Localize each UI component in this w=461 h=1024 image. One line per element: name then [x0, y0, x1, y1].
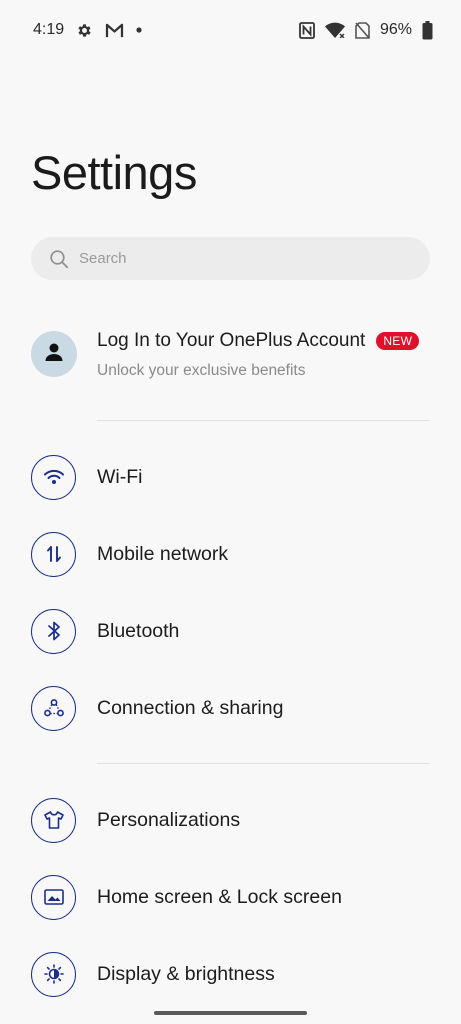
- search-placeholder: Search: [79, 250, 127, 267]
- settings-item-home-lock-screen[interactable]: Home screen & Lock screen: [31, 872, 431, 922]
- status-left: 4:19: [33, 21, 154, 39]
- divider: [97, 763, 430, 764]
- tshirt-icon: [31, 797, 76, 843]
- brightness-icon: [31, 951, 76, 997]
- settings-item-label: Personalizations: [97, 808, 241, 831]
- home-indicator[interactable]: [154, 1011, 307, 1015]
- account-subtitle: Unlock your exclusive benefits: [97, 362, 306, 379]
- settings-item-label: Connection & sharing: [97, 696, 284, 719]
- settings-item-bluetooth[interactable]: Bluetooth: [31, 606, 431, 656]
- divider: [97, 420, 430, 421]
- account-title: Log In to Your OnePlus Account: [97, 330, 366, 351]
- dot-icon: [136, 27, 142, 33]
- settings-item-personalizations[interactable]: Personalizations: [31, 795, 431, 845]
- settings-item-label: Mobile network: [97, 542, 229, 565]
- search-icon: [49, 249, 69, 269]
- account-title-line: Log In to Your OnePlus Account NEW: [97, 325, 420, 352]
- wifi-icon: [31, 454, 76, 500]
- battery-icon: [422, 20, 433, 40]
- wifi-icon: [324, 22, 345, 38]
- bluetooth-icon: [31, 608, 76, 654]
- account-login-item[interactable]: Log In to Your OnePlus Account NEW Unloc…: [31, 325, 441, 385]
- image-icon: [31, 874, 76, 920]
- avatar: [31, 331, 77, 377]
- status-right: 96%: [289, 20, 433, 40]
- status-bar: 4:19 96%: [0, 0, 461, 60]
- page-title: Settings: [31, 146, 197, 199]
- nfc-icon: [299, 21, 315, 39]
- settings-item-label: Bluetooth: [97, 619, 180, 642]
- share-network-icon: [31, 685, 76, 731]
- gmail-icon: [105, 23, 124, 38]
- settings-item-label: Display & brightness: [97, 962, 275, 985]
- settings-screen: 4:19 96% Settings Search Log In to Your …: [0, 0, 461, 1024]
- mobile-data-icon: [31, 531, 76, 577]
- status-time: 4:19: [33, 21, 65, 38]
- settings-item-display-brightness[interactable]: Display & brightness: [31, 949, 431, 999]
- gear-icon: [76, 22, 93, 39]
- no-sim-icon: [355, 21, 370, 39]
- settings-item-mobile-network[interactable]: Mobile network: [31, 529, 431, 579]
- person-icon: [43, 341, 65, 368]
- battery-percent: 96%: [379, 21, 412, 38]
- settings-item-wifi[interactable]: Wi-Fi: [31, 452, 431, 502]
- search-input[interactable]: Search: [31, 237, 430, 280]
- settings-item-label: Wi-Fi: [97, 465, 143, 488]
- settings-item-label: Home screen & Lock screen: [97, 885, 342, 908]
- new-badge: NEW: [376, 332, 420, 350]
- settings-item-connection-sharing[interactable]: Connection & sharing: [31, 683, 431, 733]
- account-text: Log In to Your OnePlus Account NEW Unloc…: [97, 325, 420, 380]
